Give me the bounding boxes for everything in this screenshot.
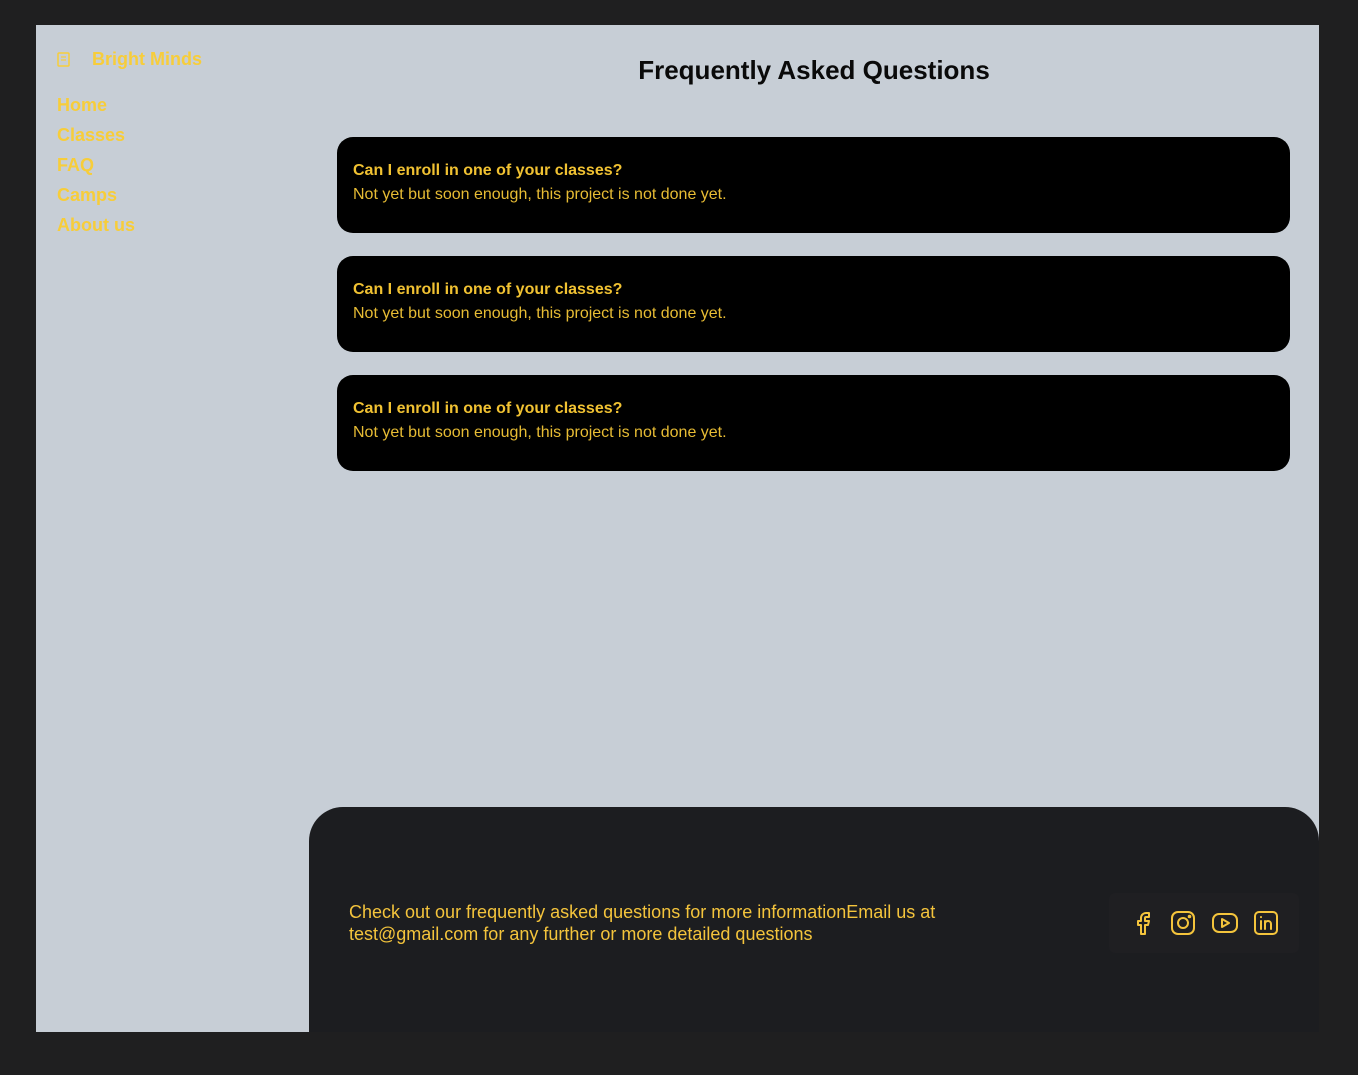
- nav-faq[interactable]: FAQ: [57, 155, 94, 175]
- page: Bright Minds Home Classes FAQ Camps Abou…: [36, 25, 1319, 1032]
- faq-list: Can I enroll in one of your classes? Not…: [337, 137, 1290, 494]
- linkedin-icon[interactable]: [1252, 909, 1280, 937]
- nav-about-us[interactable]: About us: [57, 215, 135, 235]
- nav-home[interactable]: Home: [57, 95, 107, 115]
- sidebar: Bright Minds Home Classes FAQ Camps Abou…: [36, 25, 309, 1032]
- social-links: [1109, 893, 1299, 953]
- nav-camps[interactable]: Camps: [57, 185, 117, 205]
- faq-item[interactable]: Can I enroll in one of your classes? Not…: [337, 256, 1290, 352]
- faq-answer: Not yet but soon enough, this project is…: [353, 424, 727, 441]
- faq-question: Can I enroll in one of your classes?: [353, 400, 623, 417]
- nav-classes[interactable]: Classes: [57, 125, 125, 145]
- footer: Check out our frequently asked questions…: [309, 807, 1319, 1032]
- faq-item[interactable]: Can I enroll in one of your classes? Not…: [337, 375, 1290, 471]
- faq-item[interactable]: Can I enroll in one of your classes? Not…: [337, 137, 1290, 233]
- sidebar-nav: Home Classes FAQ Camps About us: [57, 93, 135, 243]
- book-icon: [57, 52, 70, 67]
- faq-answer: Not yet but soon enough, this project is…: [353, 186, 727, 203]
- youtube-icon[interactable]: [1211, 909, 1239, 937]
- brand[interactable]: Bright Minds: [57, 49, 202, 70]
- instagram-icon[interactable]: [1169, 909, 1197, 937]
- faq-question: Can I enroll in one of your classes?: [353, 162, 623, 179]
- faq-answer: Not yet but soon enough, this project is…: [353, 305, 727, 322]
- footer-text: Check out our frequently asked questions…: [349, 902, 936, 944]
- faq-question: Can I enroll in one of your classes?: [353, 281, 623, 298]
- brand-name: Bright Minds: [92, 49, 202, 69]
- page-title: Frequently Asked Questions: [638, 55, 990, 85]
- facebook-icon[interactable]: [1128, 909, 1156, 937]
